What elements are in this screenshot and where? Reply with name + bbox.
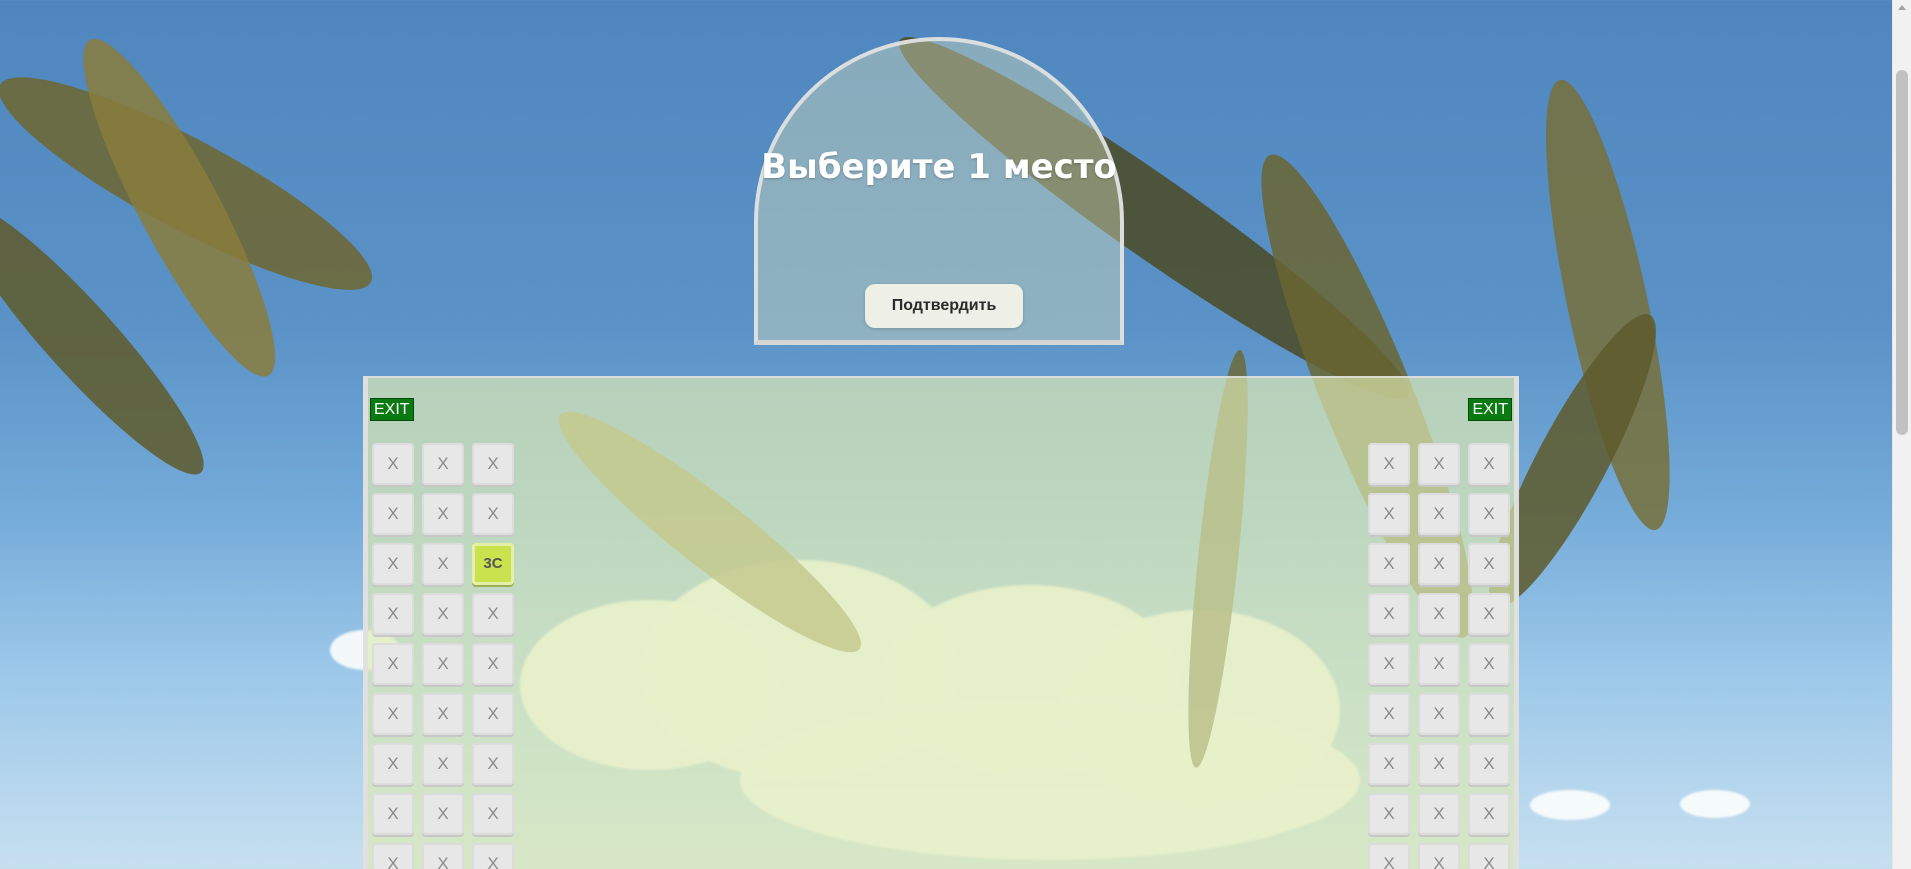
seat[interactable]: X bbox=[372, 743, 414, 785]
seat[interactable]: X bbox=[1468, 443, 1510, 485]
scrollbar-thumb[interactable] bbox=[1896, 70, 1908, 435]
seat[interactable]: X bbox=[1468, 793, 1510, 835]
right-seat-block: X X X X X X X X X X X X X X X X X X X X … bbox=[1368, 443, 1510, 869]
seat[interactable]: X bbox=[372, 793, 414, 835]
seat[interactable]: X bbox=[1418, 493, 1460, 535]
seat[interactable]: X bbox=[472, 493, 514, 535]
seat[interactable]: X bbox=[1418, 593, 1460, 635]
seat-selection-title: Выберите 1 место bbox=[761, 147, 1117, 187]
seat[interactable]: X bbox=[472, 593, 514, 635]
seat[interactable]: X bbox=[422, 793, 464, 835]
seat-selection-header: Выберите 1 место Подтвердить bbox=[754, 37, 1124, 345]
seat[interactable]: X bbox=[422, 593, 464, 635]
seat[interactable]: X bbox=[1468, 543, 1510, 585]
seat[interactable]: X bbox=[472, 693, 514, 735]
seat[interactable]: X bbox=[472, 793, 514, 835]
seat[interactable]: X bbox=[422, 543, 464, 585]
seat[interactable]: X bbox=[1368, 593, 1410, 635]
seat[interactable]: X bbox=[1418, 693, 1460, 735]
seat[interactable]: X bbox=[372, 593, 414, 635]
seat[interactable]: X bbox=[1468, 593, 1510, 635]
page-scrollbar[interactable] bbox=[1892, 0, 1911, 869]
seat[interactable]: X bbox=[1368, 493, 1410, 535]
seat[interactable]: X bbox=[1368, 743, 1410, 785]
seat[interactable]: X bbox=[472, 843, 514, 869]
seat[interactable]: X bbox=[422, 643, 464, 685]
seat[interactable]: X bbox=[472, 643, 514, 685]
exit-sign-right: EXIT bbox=[1468, 398, 1512, 421]
seat[interactable]: X bbox=[372, 493, 414, 535]
scroll-up-arrow-icon[interactable] bbox=[1898, 5, 1906, 10]
exit-sign-left: EXIT bbox=[370, 398, 414, 421]
seat[interactable]: X bbox=[1468, 493, 1510, 535]
seat[interactable]: X bbox=[1468, 843, 1510, 869]
seat[interactable]: X bbox=[1368, 443, 1410, 485]
seat[interactable]: X bbox=[422, 493, 464, 535]
seat[interactable]: X bbox=[422, 443, 464, 485]
seat[interactable]: X bbox=[1418, 543, 1460, 585]
cabin-seat-map: EXIT EXIT X X X X X X X X 3C X X X X X X… bbox=[363, 376, 1519, 869]
seat[interactable]: X bbox=[372, 643, 414, 685]
seat[interactable]: X bbox=[1468, 643, 1510, 685]
seat[interactable]: X bbox=[1418, 643, 1460, 685]
seat[interactable]: X bbox=[1418, 793, 1460, 835]
seat[interactable]: X bbox=[472, 743, 514, 785]
seat[interactable]: X bbox=[1468, 743, 1510, 785]
seat[interactable]: X bbox=[1418, 743, 1460, 785]
seat[interactable]: X bbox=[372, 443, 414, 485]
seat[interactable]: X bbox=[1368, 843, 1410, 869]
seat[interactable]: X bbox=[372, 693, 414, 735]
left-seat-block: X X X X X X X X 3C X X X X X X X X X X X… bbox=[372, 443, 514, 869]
seat[interactable]: X bbox=[1368, 543, 1410, 585]
seat[interactable]: X bbox=[372, 543, 414, 585]
seat[interactable]: X bbox=[422, 743, 464, 785]
seat-selection-page: Выберите 1 место Подтвердить EXIT EXIT X… bbox=[0, 0, 1892, 869]
seat[interactable]: X bbox=[1368, 793, 1410, 835]
confirm-button[interactable]: Подтвердить bbox=[865, 284, 1023, 328]
seat[interactable]: X bbox=[1468, 693, 1510, 735]
seat[interactable]: X bbox=[1418, 443, 1460, 485]
seat[interactable]: X bbox=[422, 843, 464, 869]
seat[interactable]: X bbox=[1418, 843, 1460, 869]
seat[interactable]: X bbox=[422, 693, 464, 735]
seat[interactable]: X bbox=[1368, 643, 1410, 685]
seat-3c-available[interactable]: 3C bbox=[472, 543, 514, 585]
seat[interactable]: X bbox=[372, 843, 414, 869]
seat[interactable]: X bbox=[1368, 693, 1410, 735]
seat[interactable]: X bbox=[472, 443, 514, 485]
